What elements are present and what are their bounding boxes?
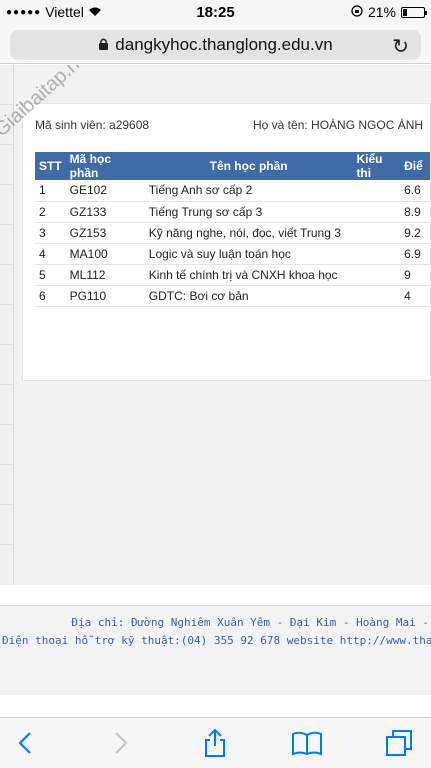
lock-icon <box>98 37 109 53</box>
grades-panel: Mã sinh viên: a29608 Họ và tên: HOÀNG NG… <box>22 103 431 381</box>
cell-course-name: Kỹ năng nghe, nói, đọc, viết Trung 3 <box>144 222 353 244</box>
back-icon <box>18 732 31 754</box>
table-row: 5 ML112 Kinh tế chính trị và CNXH khoa h… <box>35 264 430 286</box>
nav-item[interactable] <box>0 145 13 185</box>
header-stt: STT <box>35 152 66 180</box>
table-row: 4 MA100 Logic và suy luận toán học 6.9 <box>35 243 430 265</box>
cell-exam-type <box>352 264 401 286</box>
battery-icon <box>401 6 427 18</box>
footer-address: Địa chỉ: Đường Nghiêm Xuân Yêm - Đại Kim… <box>71 616 429 629</box>
share-icon <box>205 728 225 757</box>
cell-exam-type <box>352 285 401 307</box>
cell-course-code: GZ133 <box>65 201 145 223</box>
header-exam-type: Kiểu thi <box>352 152 401 180</box>
address-bar[interactable]: dangkyhoc.thanglong.edu.vn ↻ <box>10 30 421 60</box>
student-name: Họ và tên: HOÀNG NGỌC ÁNH <box>253 118 424 132</box>
nav-item[interactable] <box>0 305 13 345</box>
cell-exam-type <box>352 222 401 244</box>
table-row: 1 GE102 Tiếng Anh sơ cấp 2 6.6 <box>35 180 430 202</box>
grades-table: STT Mã học phần Tên học phần Kiểu thi Đi… <box>35 152 430 307</box>
battery-percent: 21% <box>367 4 396 20</box>
student-id: Mã sinh viên: a29608 <box>35 118 150 132</box>
header-course-code: Mã học phần <box>65 152 145 180</box>
share-button[interactable] <box>198 726 232 760</box>
cell-course-code: GZ153 <box>65 222 145 244</box>
table-row: 3 GZ153 Kỹ năng nghe, nói, đọc, viết Tru… <box>35 222 430 244</box>
cell-score: 4 <box>400 285 430 307</box>
cell-score: 6.6 <box>400 180 430 202</box>
nav-item[interactable] <box>0 65 13 105</box>
nav-item[interactable] <box>0 385 13 425</box>
reload-icon[interactable]: ↻ <box>392 34 409 59</box>
cell-stt: 4 <box>35 243 66 265</box>
cell-score: 9.2 <box>400 222 430 244</box>
nav-item[interactable] <box>0 185 13 225</box>
bookmarks-icon <box>292 731 322 756</box>
bookmarks-button[interactable] <box>290 726 324 760</box>
cell-course-code: ML112 <box>65 264 145 286</box>
nav-item[interactable] <box>0 225 13 265</box>
forward-icon <box>115 732 128 754</box>
table-header-row: STT Mã học phần Tên học phần Kiểu thi Đi… <box>35 152 430 180</box>
cell-exam-type <box>352 243 401 265</box>
cell-stt: 6 <box>35 285 66 307</box>
nav-item[interactable] <box>0 425 13 465</box>
footer-phone: Điện thoại hỗ trợ kỹ thuật:(04) 355 92 6… <box>2 634 431 647</box>
cell-exam-type <box>352 180 401 202</box>
cell-score: 8.9 <box>400 201 430 223</box>
forward-button[interactable] <box>104 726 138 760</box>
tabs-button[interactable] <box>382 726 416 760</box>
header-score: Điể <box>400 152 430 180</box>
cell-course-name: Logic và suy luận toán học <box>144 243 353 265</box>
cell-course-name: GDTC: Bơi cơ bản <box>144 285 353 307</box>
status-bar: ●●●●● Viettel 18:25 21% <box>0 0 431 26</box>
nav-item[interactable] <box>0 465 13 505</box>
table-row: 6 PG110 GDTC: Bơi cơ bản 4 <box>35 285 430 307</box>
cell-score: 6.9 <box>400 243 430 265</box>
cell-course-code: MA100 <box>65 243 145 265</box>
orientation-lock-icon <box>351 4 363 20</box>
tabs-icon <box>386 730 412 756</box>
browser-toolbar <box>0 717 431 768</box>
battery-fill <box>403 8 408 16</box>
url-text: dangkyhoc.thanglong.edu.vn <box>115 35 333 54</box>
cell-course-code: PG110 <box>65 285 145 307</box>
cell-exam-type <box>352 201 401 223</box>
cell-stt: 1 <box>35 180 66 202</box>
cell-score: 9 <box>400 264 430 286</box>
web-page: Mã sinh viên: a29608 Họ và tên: HOÀNG NG… <box>0 65 431 717</box>
page-footer: Địa chỉ: Đường Nghiêm Xuân Yêm - Đại Kim… <box>0 605 431 695</box>
status-right: 21% <box>351 4 427 20</box>
left-nav <box>0 65 14 585</box>
table-row: 2 GZ133 Tiếng Trung sơ cấp 3 8.9 <box>35 201 430 223</box>
cell-stt: 5 <box>35 264 66 286</box>
cell-course-code: GE102 <box>65 180 145 202</box>
cell-course-name: Tiếng Anh sơ cấp 2 <box>144 180 353 202</box>
nav-item[interactable] <box>0 345 13 385</box>
cell-course-name: Kinh tế chính trị và CNXH khoa học <box>144 264 353 286</box>
address-bar-container: dangkyhoc.thanglong.edu.vn ↻ <box>0 26 431 64</box>
cell-stt: 2 <box>35 201 66 223</box>
header-course-name: Tên học phần <box>144 152 353 180</box>
nav-item[interactable] <box>0 505 13 545</box>
nav-item[interactable] <box>0 265 13 305</box>
cell-stt: 3 <box>35 222 66 244</box>
cell-course-name: Tiếng Trung sơ cấp 3 <box>144 201 353 223</box>
back-button[interactable] <box>8 726 42 760</box>
